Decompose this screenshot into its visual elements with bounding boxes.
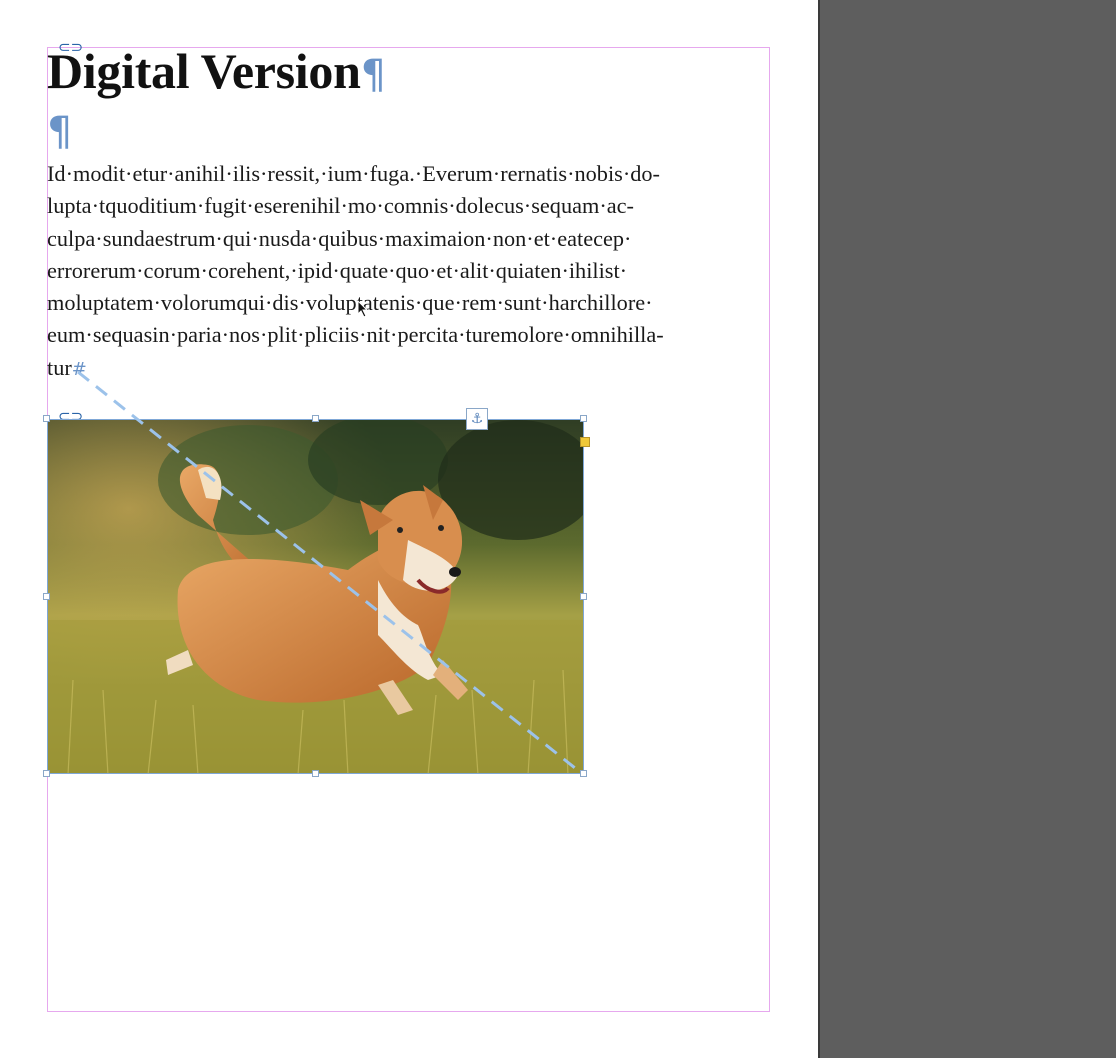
body-line: culpa·sundaestrum·qui·nusda·quibus·maxim… — [47, 225, 632, 251]
body-line: lupta·tquoditium·fugit·eserenihil·mo·com… — [47, 193, 634, 219]
anchor-icon[interactable]: ⚓ — [466, 408, 488, 430]
end-of-story-marker: # — [71, 358, 87, 380]
body-line: Id·modit·etur·anihil·ilis·ressit,·ium·fu… — [47, 161, 660, 186]
body-line: moluptatem·volorumqui·dis·voluptatenis·q… — [47, 290, 653, 316]
document-title[interactable]: Digital Version¶ — [47, 40, 772, 106]
resize-handle-bottom-left[interactable] — [43, 770, 50, 777]
corgi-photo — [48, 420, 583, 773]
image-frame[interactable] — [47, 419, 584, 774]
resize-handle-top-center[interactable] — [312, 415, 319, 422]
resize-handle-middle-right[interactable] — [580, 593, 587, 600]
resize-handle-middle-left[interactable] — [43, 593, 50, 600]
resize-handle-top-left[interactable] — [43, 415, 50, 422]
empty-para-pilcrow: ¶ — [47, 109, 73, 155]
body-paragraph[interactable]: Id·modit·etur·anihil·ilis·ressit,·ium·fu… — [47, 158, 772, 386]
body-last-word: tur — [47, 354, 72, 380]
mouse-pointer-icon — [357, 300, 369, 318]
body-line: errorerum·corum·corehent,·ipid·quate·quo… — [47, 257, 628, 283]
live-corner-handle[interactable] — [580, 437, 590, 447]
empty-paragraph[interactable]: ¶ — [47, 106, 772, 158]
title-text: Digital Version — [47, 43, 361, 99]
body-line: eum·sequasin·paria·nos·plit·pliciis·nit·… — [47, 322, 664, 348]
resize-handle-bottom-center[interactable] — [312, 770, 319, 777]
resize-handle-bottom-right[interactable] — [580, 770, 587, 777]
body-line-last: tur# — [47, 352, 772, 386]
title-pilcrow: ¶ — [360, 52, 386, 98]
resize-handle-top-right[interactable] — [580, 415, 587, 422]
text-frame[interactable]: Digital Version¶ ¶ Id·modit·etur·anihil·… — [47, 40, 772, 386]
pasteboard — [820, 0, 1116, 1058]
